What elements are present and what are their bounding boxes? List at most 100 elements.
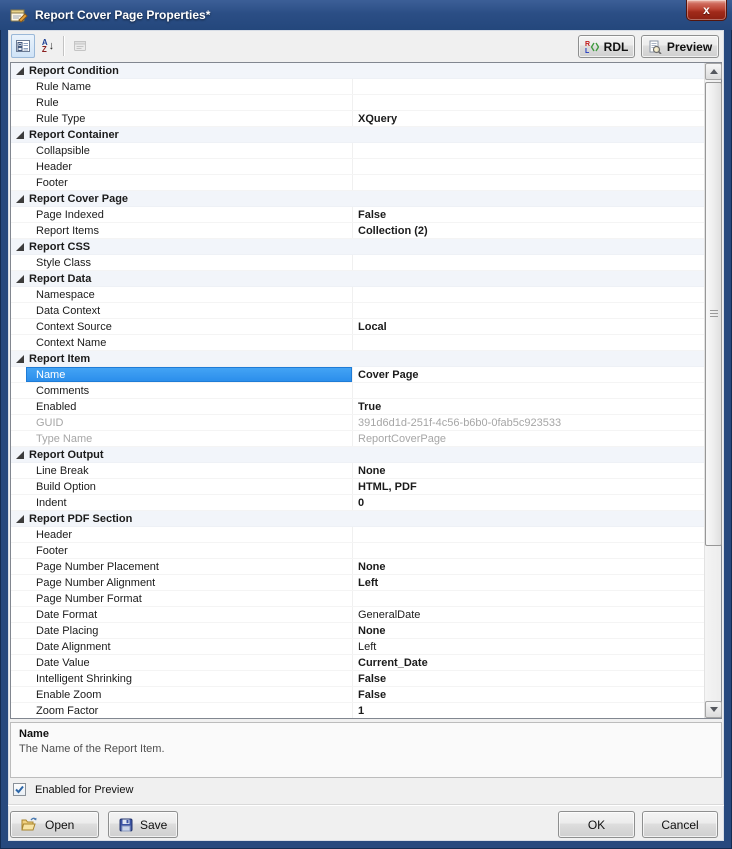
property-row[interactable]: Intelligent ShrinkingFalse <box>11 671 704 687</box>
property-name[interactable]: Page Number Alignment <box>26 575 353 590</box>
property-value[interactable] <box>353 591 704 606</box>
property-value[interactable] <box>353 287 704 302</box>
property-row[interactable]: Footer <box>11 543 704 559</box>
property-row[interactable]: Build OptionHTML, PDF <box>11 479 704 495</box>
categorized-view-button[interactable] <box>11 34 35 58</box>
open-button[interactable]: Open <box>10 811 99 838</box>
property-row[interactable]: Collapsible <box>11 143 704 159</box>
property-name[interactable]: Rule <box>26 95 353 110</box>
property-name[interactable]: Context Source <box>26 319 353 334</box>
property-value[interactable]: Left <box>353 575 704 590</box>
property-row[interactable]: Date AlignmentLeft <box>11 639 704 655</box>
property-value[interactable]: XQuery <box>353 111 704 126</box>
property-name[interactable]: Enable Zoom <box>26 687 353 702</box>
property-name[interactable]: Date Alignment <box>26 639 353 654</box>
property-value[interactable] <box>353 527 704 542</box>
scroll-down-button[interactable] <box>705 701 722 718</box>
property-name[interactable]: Indent <box>26 495 353 510</box>
property-value[interactable]: False <box>353 671 704 686</box>
property-value[interactable] <box>353 79 704 94</box>
property-name[interactable]: Intelligent Shrinking <box>26 671 353 686</box>
property-name[interactable]: Line Break <box>26 463 353 478</box>
rdl-button[interactable]: R L RDL <box>578 35 635 58</box>
alphabetical-sort-button[interactable]: A Z ↓ <box>36 34 60 58</box>
property-value[interactable]: 0 <box>353 495 704 510</box>
property-pages-button[interactable] <box>68 34 92 58</box>
property-row[interactable]: Header <box>11 527 704 543</box>
category-row[interactable]: Report Condition <box>11 63 704 79</box>
scroll-up-button[interactable] <box>705 63 722 80</box>
property-row[interactable]: Style Class <box>11 255 704 271</box>
expander-icon[interactable] <box>16 131 24 139</box>
property-value[interactable] <box>353 143 704 158</box>
property-row[interactable]: Enable ZoomFalse <box>11 687 704 703</box>
property-name[interactable]: Page Indexed <box>26 207 353 222</box>
property-name[interactable]: Footer <box>26 175 353 190</box>
property-row[interactable]: Rule Name <box>11 79 704 95</box>
property-row[interactable]: Date ValueCurrent_Date <box>11 655 704 671</box>
expander-icon[interactable] <box>16 355 24 363</box>
vertical-scrollbar[interactable] <box>704 63 721 718</box>
property-name[interactable]: Rule Type <box>26 111 353 126</box>
property-row[interactable]: Context SourceLocal <box>11 319 704 335</box>
property-value[interactable]: Local <box>353 319 704 334</box>
expander-icon[interactable] <box>16 451 24 459</box>
category-row[interactable]: Report Cover Page <box>11 191 704 207</box>
property-value[interactable]: Current_Date <box>353 655 704 670</box>
cancel-button[interactable]: Cancel <box>642 811 718 838</box>
property-value[interactable] <box>353 159 704 174</box>
property-row[interactable]: Comments <box>11 383 704 399</box>
property-name[interactable]: Context Name <box>26 335 353 350</box>
property-row[interactable]: Page Number AlignmentLeft <box>11 575 704 591</box>
title-bar[interactable]: Report Cover Page Properties* x <box>0 0 732 30</box>
property-row[interactable]: NameCover Page <box>11 367 704 383</box>
property-name[interactable]: Enabled <box>26 399 353 414</box>
property-row[interactable]: Footer <box>11 175 704 191</box>
property-value[interactable]: GeneralDate <box>353 607 704 622</box>
property-name[interactable]: Style Class <box>26 255 353 270</box>
property-value[interactable] <box>353 303 704 318</box>
close-button[interactable]: x <box>686 0 727 21</box>
property-row[interactable]: Page IndexedFalse <box>11 207 704 223</box>
scrollbar-thumb[interactable] <box>705 82 722 546</box>
property-name[interactable]: Footer <box>26 543 353 558</box>
property-value[interactable]: 1 <box>353 703 704 718</box>
property-row[interactable]: Indent0 <box>11 495 704 511</box>
category-row[interactable]: Report PDF Section <box>11 511 704 527</box>
expander-icon[interactable] <box>16 195 24 203</box>
property-value[interactable]: None <box>353 559 704 574</box>
enabled-for-preview-checkbox[interactable] <box>13 783 26 796</box>
property-row[interactable]: Header <box>11 159 704 175</box>
property-row[interactable]: GUID391d6d1d-251f-4c56-b6b0-0fab5c923533 <box>11 415 704 431</box>
property-row[interactable]: Page Number PlacementNone <box>11 559 704 575</box>
property-name[interactable]: Comments <box>26 383 353 398</box>
expander-icon[interactable] <box>16 515 24 523</box>
property-value[interactable] <box>353 175 704 190</box>
property-name[interactable]: Report Items <box>26 223 353 238</box>
property-name[interactable]: Data Context <box>26 303 353 318</box>
category-row[interactable]: Report Item <box>11 351 704 367</box>
property-name[interactable]: Date Placing <box>26 623 353 638</box>
property-value[interactable] <box>353 543 704 558</box>
property-value[interactable]: ReportCoverPage <box>353 431 704 446</box>
property-name[interactable]: Zoom Factor <box>26 703 353 718</box>
property-row[interactable]: Report ItemsCollection (2) <box>11 223 704 239</box>
property-value[interactable]: None <box>353 463 704 478</box>
property-row[interactable]: Line BreakNone <box>11 463 704 479</box>
property-name[interactable]: Page Number Placement <box>26 559 353 574</box>
property-value[interactable]: 391d6d1d-251f-4c56-b6b0-0fab5c923533 <box>353 415 704 430</box>
property-name[interactable]: Type Name <box>26 431 353 446</box>
property-value[interactable]: False <box>353 207 704 222</box>
property-name[interactable]: Page Number Format <box>26 591 353 606</box>
category-row[interactable]: Report CSS <box>11 239 704 255</box>
property-row[interactable]: Zoom Factor1 <box>11 703 704 718</box>
property-name[interactable]: Date Value <box>26 655 353 670</box>
property-row[interactable]: Context Name <box>11 335 704 351</box>
category-row[interactable]: Report Container <box>11 127 704 143</box>
property-row[interactable]: Namespace <box>11 287 704 303</box>
property-value[interactable]: HTML, PDF <box>353 479 704 494</box>
expander-icon[interactable] <box>16 275 24 283</box>
property-name[interactable]: Build Option <box>26 479 353 494</box>
property-name[interactable]: Collapsible <box>26 143 353 158</box>
property-name[interactable]: GUID <box>26 415 353 430</box>
